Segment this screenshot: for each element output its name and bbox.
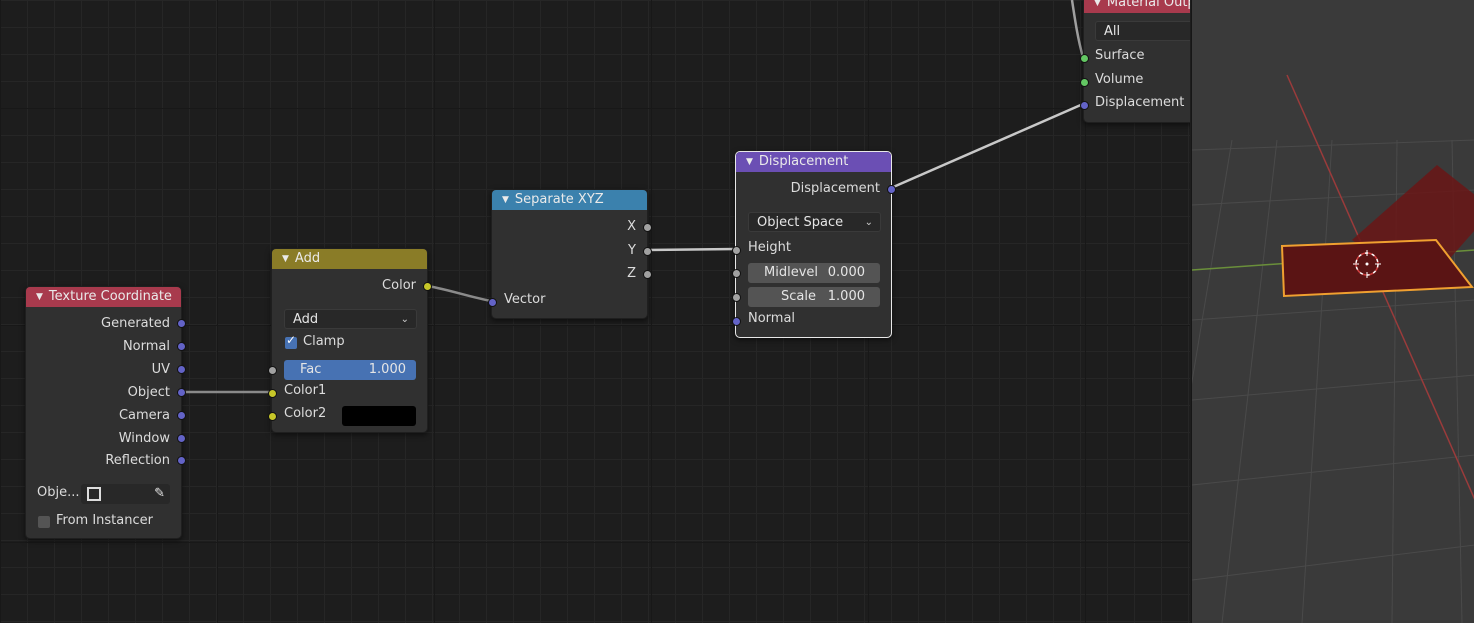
height-label: Height: [748, 240, 791, 255]
node-separate-xyz[interactable]: ▼ Separate XYZ X Y Z Vector: [488, 189, 652, 319]
node-title: Texture Coordinate: [48, 289, 172, 304]
node-header[interactable]: ▼ Material Outp: [1084, 0, 1190, 13]
output-uv: UV: [151, 362, 170, 377]
socket-x[interactable]: [643, 223, 652, 232]
color1-label: Color1: [284, 383, 327, 398]
vector-label: Vector: [504, 292, 546, 307]
socket-generated[interactable]: [177, 319, 186, 328]
output-z: Z: [627, 266, 636, 281]
node-displacement[interactable]: ▼ Displacement Displacement Object Space ⌄…: [732, 151, 896, 338]
check-icon: ✓: [286, 333, 297, 347]
eyedropper-icon[interactable]: ✎: [154, 484, 165, 504]
volume-label: Volume: [1095, 72, 1144, 87]
socket-height[interactable]: [732, 246, 741, 255]
socket-vector-in[interactable]: [488, 298, 497, 307]
socket-uv[interactable]: [177, 365, 186, 374]
target-dropdown[interactable]: All: [1095, 21, 1190, 41]
output-window: Window: [118, 431, 170, 446]
node-title: Material Outp: [1106, 0, 1190, 10]
blend-mode-dropdown[interactable]: Add ⌄: [284, 309, 417, 329]
socket-volume[interactable]: [1080, 78, 1089, 87]
displacement-label: Displacement: [1095, 95, 1185, 110]
output-y: Y: [628, 243, 636, 258]
node-add-mix[interactable]: ▼ Add Color Add ⌄ ✓ Clamp Fac 1.000 Color1 …: [268, 248, 432, 433]
output-displacement: Displacement: [790, 181, 880, 196]
socket-normal-in[interactable]: [732, 317, 741, 326]
socket-displacement-in[interactable]: [1080, 101, 1089, 110]
socket-normal[interactable]: [177, 342, 186, 351]
chevron-down-icon: ⌄: [400, 314, 409, 325]
from-instancer-label: From Instancer: [56, 513, 153, 528]
normal-label: Normal: [748, 311, 796, 326]
node-header[interactable]: ▼ Displacement: [736, 152, 891, 172]
output-reflection: Reflection: [105, 453, 170, 468]
output-normal: Normal: [122, 339, 170, 354]
output-generated: Generated: [101, 316, 170, 331]
collapse-triangle-icon[interactable]: ▼: [36, 292, 43, 302]
node-title: Displacement: [758, 154, 849, 169]
node-header[interactable]: ▼ Texture Coordinate: [26, 287, 181, 307]
link-y-to-height: [646, 247, 737, 252]
output-object: Object: [127, 385, 170, 400]
socket-z[interactable]: [643, 270, 652, 279]
link-color-to-vector: [427, 284, 492, 303]
collapse-triangle-icon[interactable]: ▼: [1094, 0, 1101, 8]
link-displacement-to-output: [890, 102, 1084, 190]
node-header[interactable]: ▼ Add: [272, 249, 427, 269]
socket-fac[interactable]: [268, 366, 277, 375]
object-icon: [87, 487, 101, 501]
color2-label: Color2: [284, 406, 327, 421]
socket-object[interactable]: [177, 388, 186, 397]
socket-window[interactable]: [177, 434, 186, 443]
clamp-label: Clamp: [303, 334, 345, 349]
collapse-triangle-icon[interactable]: ▼: [502, 195, 509, 205]
output-color: Color: [382, 278, 416, 293]
node-title: Add: [294, 251, 321, 266]
from-instancer-checkbox[interactable]: [38, 516, 50, 528]
socket-midlevel[interactable]: [732, 269, 741, 278]
scale-field[interactable]: Scale 1.000: [748, 287, 880, 307]
object-field-label: Obje...: [37, 485, 80, 500]
output-x: X: [627, 219, 636, 234]
socket-color1[interactable]: [268, 389, 277, 398]
socket-scale[interactable]: [732, 293, 741, 302]
collapse-triangle-icon[interactable]: ▼: [746, 157, 753, 167]
clamp-checkbox[interactable]: ✓: [285, 333, 297, 349]
socket-color-out[interactable]: [423, 282, 432, 291]
node-title: Separate XYZ: [514, 192, 604, 207]
chevron-down-icon: ⌄: [864, 217, 873, 228]
viewport-scene: [1192, 74, 1474, 623]
node-header[interactable]: ▼ Separate XYZ: [492, 190, 647, 210]
output-camera: Camera: [118, 408, 170, 423]
midlevel-field[interactable]: Midlevel 0.000: [748, 263, 880, 283]
fac-slider[interactable]: Fac 1.000: [284, 360, 416, 380]
socket-y[interactable]: [643, 247, 652, 256]
socket-surface[interactable]: [1080, 54, 1089, 63]
collapse-triangle-icon[interactable]: ▼: [282, 254, 289, 264]
node-texture-coordinate[interactable]: ▼ Texture Coordinate Generated Normal UV …: [25, 286, 186, 539]
node-material-output[interactable]: ▼ Material Outp All Surface Volume Displa…: [1080, 0, 1190, 123]
color2-swatch[interactable]: [342, 406, 416, 426]
socket-camera[interactable]: [177, 411, 186, 420]
space-dropdown[interactable]: Object Space ⌄: [748, 212, 881, 232]
socket-reflection[interactable]: [177, 456, 186, 465]
surface-label: Surface: [1095, 48, 1145, 63]
shader-node-editor[interactable]: ▼ Texture Coordinate Generated Normal UV …: [0, 0, 1190, 623]
3d-viewport[interactable]: [1191, 0, 1474, 623]
socket-color2[interactable]: [268, 412, 277, 421]
object-picker-field[interactable]: ✎: [81, 484, 170, 504]
link-shader-to-surface: [1070, 0, 1085, 58]
socket-displacement-out[interactable]: [887, 185, 896, 194]
